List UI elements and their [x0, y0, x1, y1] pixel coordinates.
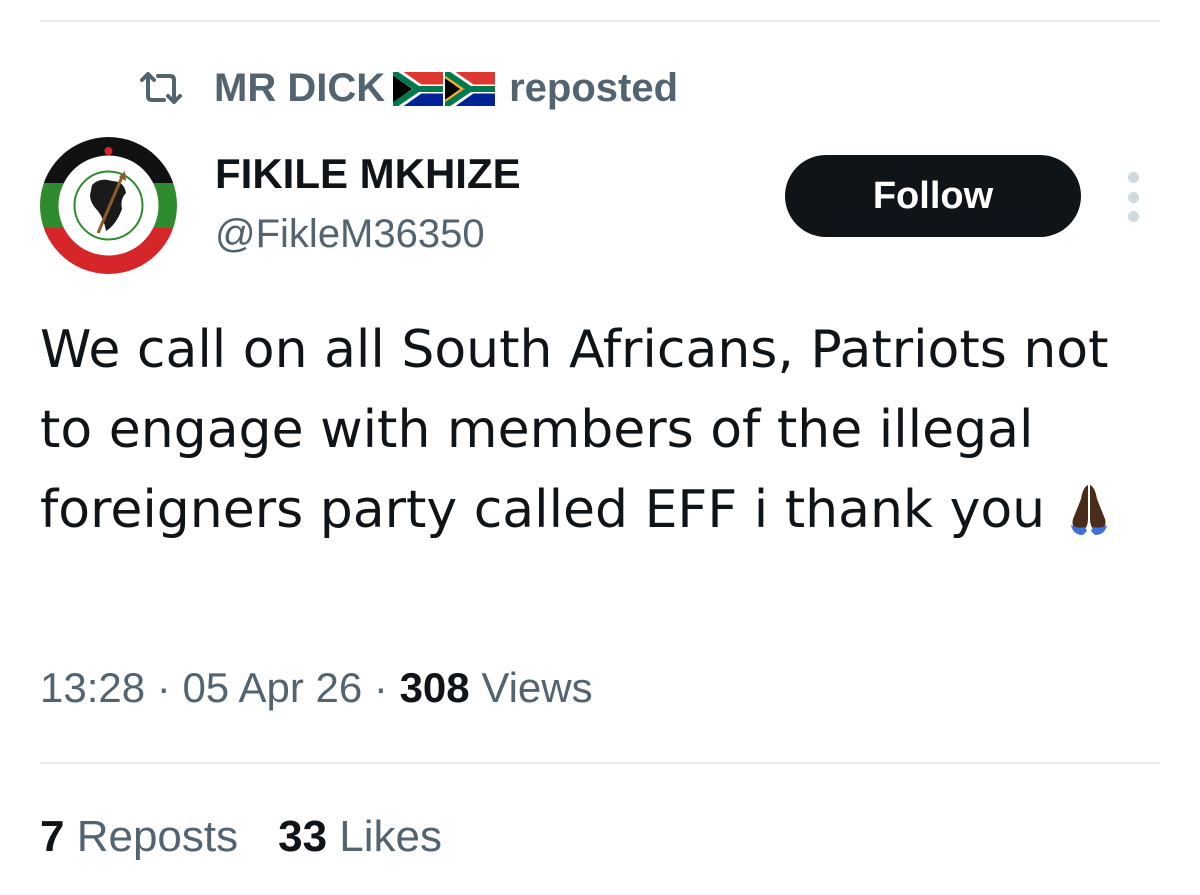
tweet-meta: 13:28 · 05 Apr 26 · 308 Views	[40, 664, 593, 712]
likes-stat[interactable]: 33 Likes	[278, 812, 442, 861]
top-divider	[40, 20, 1160, 22]
reposted-label: reposted	[509, 65, 679, 110]
more-dot	[1127, 191, 1139, 203]
repost-context[interactable]: MR DICK reposted	[138, 58, 678, 118]
tweet-text: We call on all South Africans, Patriots …	[40, 320, 1109, 540]
meta-separator: ·	[145, 664, 183, 711]
follow-button[interactable]: Follow	[785, 155, 1081, 237]
reposts-count: 7	[40, 812, 65, 861]
more-dot	[1127, 172, 1139, 183]
south-africa-flag-icon	[390, 66, 444, 112]
reposts-stat[interactable]: 7 Reposts	[40, 812, 238, 861]
author-handle[interactable]: @FikleM36350	[215, 212, 485, 257]
avatar[interactable]	[40, 137, 177, 274]
meta-separator: ·	[362, 664, 400, 711]
tweet-body: We call on all South Africans, Patriots …	[40, 310, 1165, 550]
more-dot	[1127, 211, 1139, 222]
likes-count: 33	[278, 812, 328, 861]
views-count[interactable]: 308	[400, 664, 470, 711]
repost-icon	[138, 68, 184, 108]
reposts-label: Reposts	[64, 812, 239, 861]
tweet-time[interactable]: 13:28	[40, 664, 145, 711]
author-name[interactable]: FIKILE MKHIZE	[215, 150, 521, 198]
likes-label: Likes	[327, 812, 443, 861]
views-label[interactable]: Views	[470, 664, 592, 711]
south-africa-flag-icon	[442, 66, 496, 112]
tweet-date[interactable]: 05 Apr 26	[182, 664, 362, 711]
engagement-stats: 7 Reposts 33 Likes	[40, 812, 442, 862]
more-vertical-icon[interactable]	[1120, 172, 1146, 222]
divider	[40, 762, 1160, 764]
reposter-name[interactable]: MR DICK	[214, 66, 385, 111]
folded-hands-icon	[1059, 479, 1119, 539]
